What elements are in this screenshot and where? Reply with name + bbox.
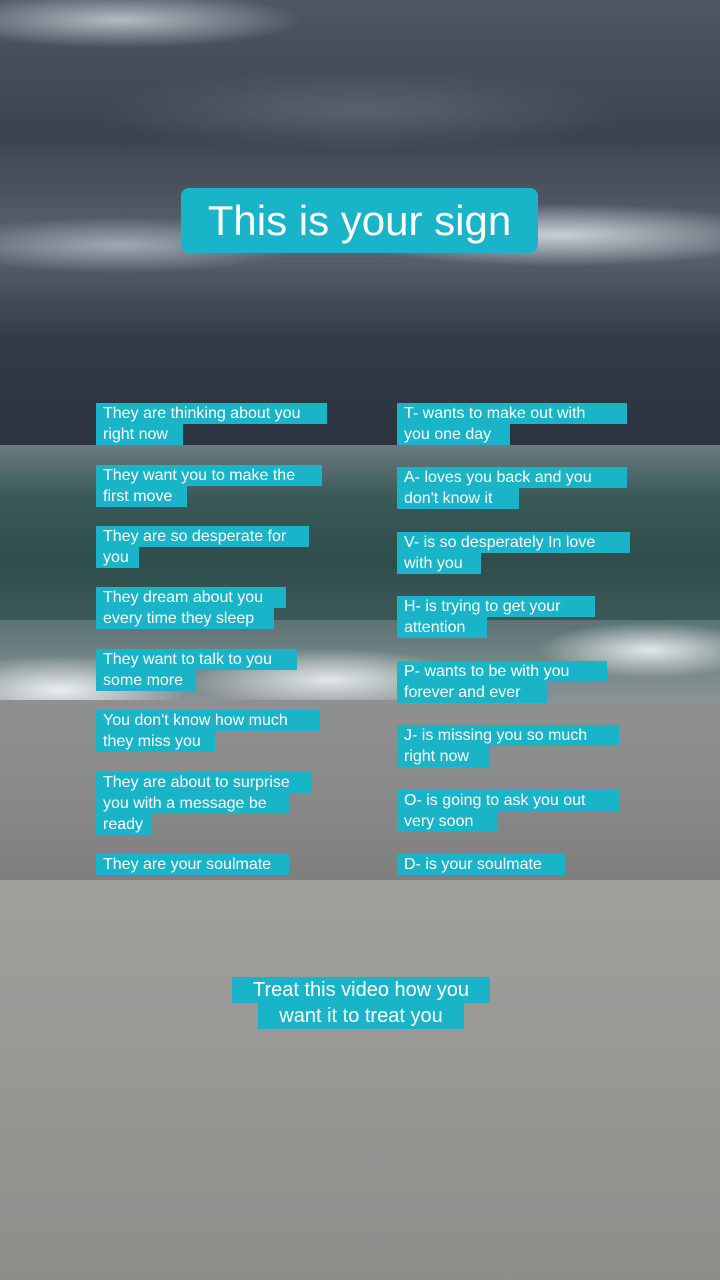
caption-line: They are about to surprise [103, 774, 290, 791]
caption-line: forever and ever [404, 684, 521, 701]
right-caption-6b: right now [397, 746, 490, 767]
caption-line: V- is so desperately In love [404, 534, 596, 551]
caption-line: every time they sleep [103, 610, 255, 627]
left-caption-3b: you [96, 547, 139, 568]
left-caption-2b: first move [96, 486, 187, 507]
caption-line: H- is trying to get your [404, 598, 561, 615]
page-title: This is your sign [181, 188, 538, 253]
caption-line: don't know it [404, 490, 493, 507]
left-caption-1: They are thinking about you [96, 403, 327, 424]
left-caption-3: They are so desperate for [96, 526, 309, 547]
caption-line: very soon [404, 813, 474, 830]
left-caption-1b: right now [96, 424, 183, 445]
right-caption-5b: forever and ever [397, 682, 547, 703]
caption-line: first move [103, 488, 173, 505]
right-caption-7: O- is going to ask you out [397, 790, 620, 811]
caption-line: right now [103, 426, 168, 443]
right-caption-7b: very soon [397, 811, 498, 832]
caption-line: D- is your soulmate [404, 856, 542, 873]
right-caption-6: J- is missing you so much [397, 725, 619, 746]
dry-sand-footprints [0, 880, 720, 1280]
caption-line: P- wants to be with you [404, 663, 570, 680]
right-caption-2b: don't know it [397, 488, 519, 509]
caption-line: right now [404, 748, 469, 765]
caption-line: They want to talk to you [103, 651, 272, 668]
right-caption-4b: attention [397, 617, 487, 638]
left-caption-6b: they miss you [96, 731, 215, 752]
caption-line: A- loves you back and you [404, 469, 592, 486]
right-caption-1: T- wants to make out with [397, 403, 627, 424]
caption-line: ready [103, 816, 144, 833]
caption-line: They want you to make the [103, 467, 296, 484]
caption-line: O- is going to ask you out [404, 792, 586, 809]
left-caption-2: They want you to make the [96, 465, 322, 486]
left-caption-7c: ready [96, 814, 152, 835]
right-caption-3b: with you [397, 553, 481, 574]
caption-line: You don't know how much [103, 712, 288, 729]
left-caption-5: They want to talk to you [96, 649, 297, 670]
left-caption-7: They are about to surprise [96, 772, 311, 793]
caption-line: J- is missing you so much [404, 727, 588, 744]
caption-line: They are thinking about you [103, 405, 301, 422]
caption-line: you one day [404, 426, 492, 443]
left-caption-5b: some more [96, 670, 195, 691]
right-caption-1b: you one day [397, 424, 510, 445]
caption-line: T- wants to make out with [404, 405, 586, 422]
right-caption-2: A- loves you back and you [397, 467, 627, 488]
caption-line: you with a message be [103, 795, 267, 812]
left-caption-4b: every time they sleep [96, 608, 274, 629]
footer-line-2: want it to treat you [258, 1003, 464, 1029]
left-caption-6: You don't know how much [96, 710, 320, 731]
left-caption-4: They dream about you [96, 587, 286, 608]
left-caption-8: They are your soulmate [96, 854, 289, 875]
right-caption-5: P- wants to be with you [397, 661, 607, 682]
caption-line: They dream about you [103, 589, 264, 606]
footer-caption: Treat this video how you want it to trea… [232, 977, 490, 1029]
caption-line: they miss you [103, 733, 201, 750]
caption-line: some more [103, 672, 184, 689]
right-caption-8: D- is your soulmate [397, 854, 565, 875]
right-caption-4: H- is trying to get your [397, 596, 595, 617]
caption-line: you [103, 549, 129, 566]
caption-line: with you [404, 555, 463, 572]
caption-line: They are your soulmate [103, 856, 272, 873]
right-caption-3: V- is so desperately In love [397, 532, 630, 553]
footer-line-1: Treat this video how you [232, 977, 490, 1003]
caption-line: They are so desperate for [103, 528, 287, 545]
caption-line: attention [404, 619, 466, 636]
left-caption-7b: you with a message be [96, 793, 290, 814]
